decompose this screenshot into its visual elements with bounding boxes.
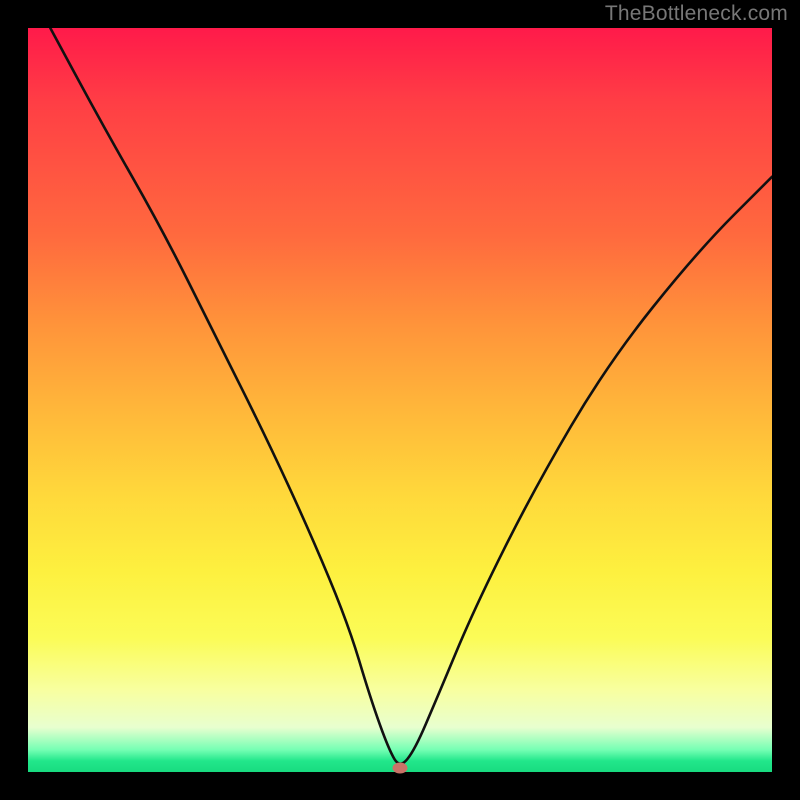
minimum-marker [393,763,408,774]
chart-frame: TheBottleneck.com [0,0,800,800]
bottleneck-curve [28,28,772,772]
watermark-text: TheBottleneck.com [605,2,788,26]
